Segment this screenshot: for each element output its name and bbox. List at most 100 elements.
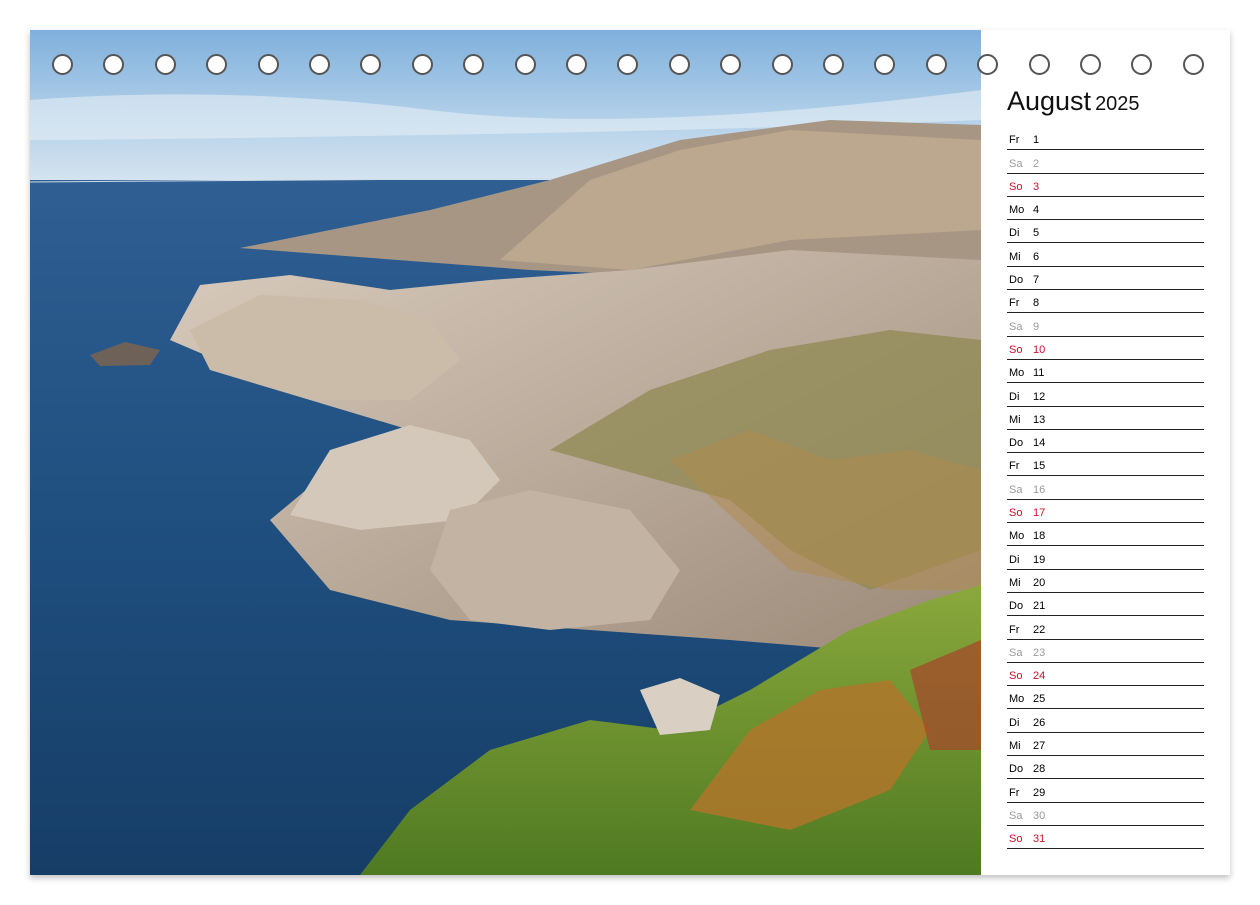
day-row: Mi 20 xyxy=(1007,570,1204,593)
binding-ring xyxy=(309,54,330,75)
day-name: Fr xyxy=(1009,134,1020,147)
day-name: Fr xyxy=(1009,623,1020,636)
month-name: August xyxy=(1007,86,1092,116)
day-row: Mo 4 xyxy=(1007,197,1204,221)
day-row: Sa 23 xyxy=(1007,640,1204,663)
binding-ring xyxy=(514,54,536,75)
day-name: Mi xyxy=(1009,250,1021,263)
day-number: 29 xyxy=(1033,786,1046,799)
day-number: 5 xyxy=(1033,227,1040,240)
calendar-page: August 2025 Fr 1 Sa 2 So 3 Mo 4 Di 5 Mi 6 Do 7 Fr 8 Sa 9 So… xyxy=(30,30,1230,875)
day-number: 28 xyxy=(1033,763,1046,776)
day-row: Do 21 xyxy=(1007,593,1204,617)
day-name: Mi xyxy=(1009,413,1021,426)
binding-ring xyxy=(925,54,947,75)
day-row: Sa 30 xyxy=(1007,803,1204,826)
binding-ring xyxy=(1131,54,1153,75)
binding-ring xyxy=(668,54,690,75)
day-row: So 10 xyxy=(1007,337,1204,360)
binding-ring xyxy=(823,54,844,75)
binding-ring xyxy=(874,54,896,75)
day-name: Mi xyxy=(1009,576,1021,589)
day-list: Fr 1 Sa 2 So 3 Mo 4 Di 5 Mi 6 Do 7 Fr 8 Sa 9 So 10 Mo 11 Di 12 M… xyxy=(1007,127,1204,850)
day-number: 15 xyxy=(1033,460,1046,473)
day-number: 24 xyxy=(1033,670,1046,683)
day-row: Fr 8 xyxy=(1007,290,1204,314)
day-row: So 17 xyxy=(1007,500,1204,524)
day-name: Mo xyxy=(1009,367,1025,380)
day-number: 25 xyxy=(1033,693,1046,706)
binding-ring xyxy=(103,54,125,75)
day-row: Di 19 xyxy=(1007,546,1204,570)
day-row: Do 28 xyxy=(1007,756,1204,780)
coastline-illustration xyxy=(30,30,981,875)
day-name: Fr xyxy=(1009,786,1020,799)
day-row: Sa 16 xyxy=(1007,476,1204,500)
day-row: Sa 2 xyxy=(1007,150,1204,174)
day-row: So 24 xyxy=(1007,663,1204,687)
day-name: Do xyxy=(1009,274,1024,287)
day-number: 2 xyxy=(1033,157,1040,170)
day-number: 4 xyxy=(1033,204,1040,217)
day-number: 26 xyxy=(1033,716,1046,729)
day-name: Do xyxy=(1009,437,1024,450)
day-row: Fr 29 xyxy=(1007,779,1204,803)
day-row: Di 5 xyxy=(1007,220,1204,244)
binding-ring xyxy=(617,54,639,75)
day-number: 10 xyxy=(1033,343,1046,356)
day-row: Mo 25 xyxy=(1007,686,1204,710)
day-number: 9 xyxy=(1033,320,1040,333)
day-name: So xyxy=(1009,670,1023,683)
month-title: August 2025 xyxy=(1007,86,1140,117)
binding-ring xyxy=(257,54,279,75)
day-row: So 3 xyxy=(1007,174,1204,197)
day-row: Mi 27 xyxy=(1007,733,1204,757)
day-number: 18 xyxy=(1033,530,1046,543)
coastline-photo xyxy=(30,30,981,875)
day-number: 8 xyxy=(1033,297,1040,310)
day-name: Sa xyxy=(1009,809,1023,822)
day-name: Mi xyxy=(1009,740,1021,753)
day-number: 21 xyxy=(1033,600,1046,613)
day-number: 11 xyxy=(1033,367,1045,380)
binding-ring xyxy=(1182,54,1204,75)
day-name: So xyxy=(1009,833,1023,846)
day-number: 13 xyxy=(1033,413,1046,426)
day-number: 30 xyxy=(1033,809,1046,822)
day-row: Mi 6 xyxy=(1007,243,1204,267)
day-row: So 31 xyxy=(1007,826,1204,850)
day-number: 7 xyxy=(1033,274,1040,287)
day-row: Mo 18 xyxy=(1007,523,1204,547)
day-name: So xyxy=(1009,180,1023,193)
day-number: 31 xyxy=(1033,833,1046,846)
day-name: Di xyxy=(1009,553,1020,566)
spiral-binding xyxy=(30,54,1230,82)
day-name: Fr xyxy=(1009,460,1020,473)
day-name: So xyxy=(1009,507,1023,520)
day-row: Di 26 xyxy=(1007,709,1204,733)
day-number: 17 xyxy=(1033,507,1046,520)
binding-ring xyxy=(52,54,73,75)
day-number: 12 xyxy=(1033,390,1046,403)
day-number: 3 xyxy=(1033,180,1040,193)
day-row: Do 14 xyxy=(1007,430,1204,454)
day-row: Fr 1 xyxy=(1007,127,1204,151)
day-name: So xyxy=(1009,343,1023,356)
day-row: Fr 22 xyxy=(1007,616,1204,640)
day-name: Mo xyxy=(1009,204,1025,217)
day-row: Fr 15 xyxy=(1007,453,1204,477)
binding-ring xyxy=(977,54,999,75)
day-name: Do xyxy=(1009,763,1024,776)
day-row: Do 7 xyxy=(1007,267,1204,291)
binding-ring xyxy=(154,54,176,75)
day-name: Sa xyxy=(1009,646,1023,659)
binding-ring xyxy=(1028,54,1050,75)
day-number: 27 xyxy=(1033,740,1046,753)
day-name: Sa xyxy=(1009,320,1023,333)
day-row: Mi 13 xyxy=(1007,407,1204,430)
day-number: 14 xyxy=(1033,437,1046,450)
binding-ring xyxy=(360,54,382,75)
day-number: 23 xyxy=(1033,646,1046,659)
day-number: 19 xyxy=(1033,553,1046,566)
day-name: Sa xyxy=(1009,483,1023,496)
